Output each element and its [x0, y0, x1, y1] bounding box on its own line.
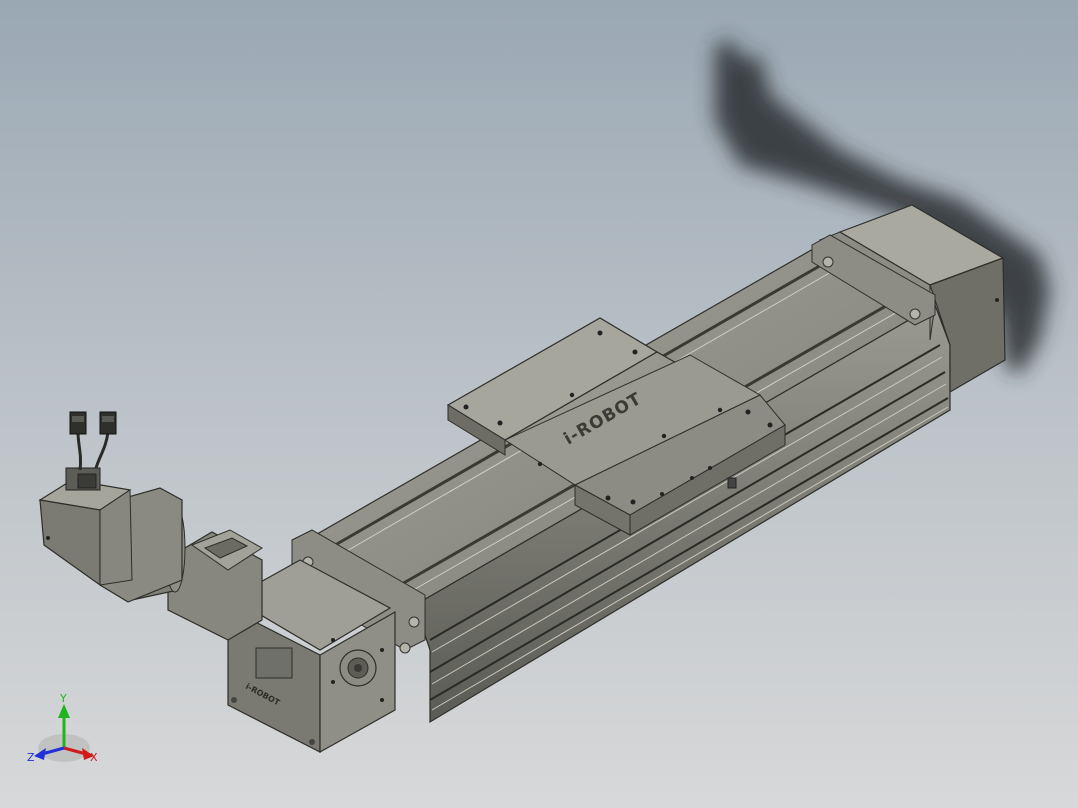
motor-cables: [76, 431, 110, 471]
servo-motor[interactable]: [38, 467, 183, 603]
z-axis-label: Z: [27, 751, 35, 764]
cad-viewport[interactable]: i-ROBOT i-ROBOT Y X Z: [0, 0, 1078, 808]
x-axis-label: X: [90, 751, 98, 764]
axis-triad[interactable]: Y X Z: [24, 690, 114, 770]
y-axis-label: Y: [59, 692, 67, 705]
linear-actuator-model[interactable]: i-ROBOT i-ROBOT: [0, 0, 1078, 808]
cable-connectors: [69, 411, 117, 435]
